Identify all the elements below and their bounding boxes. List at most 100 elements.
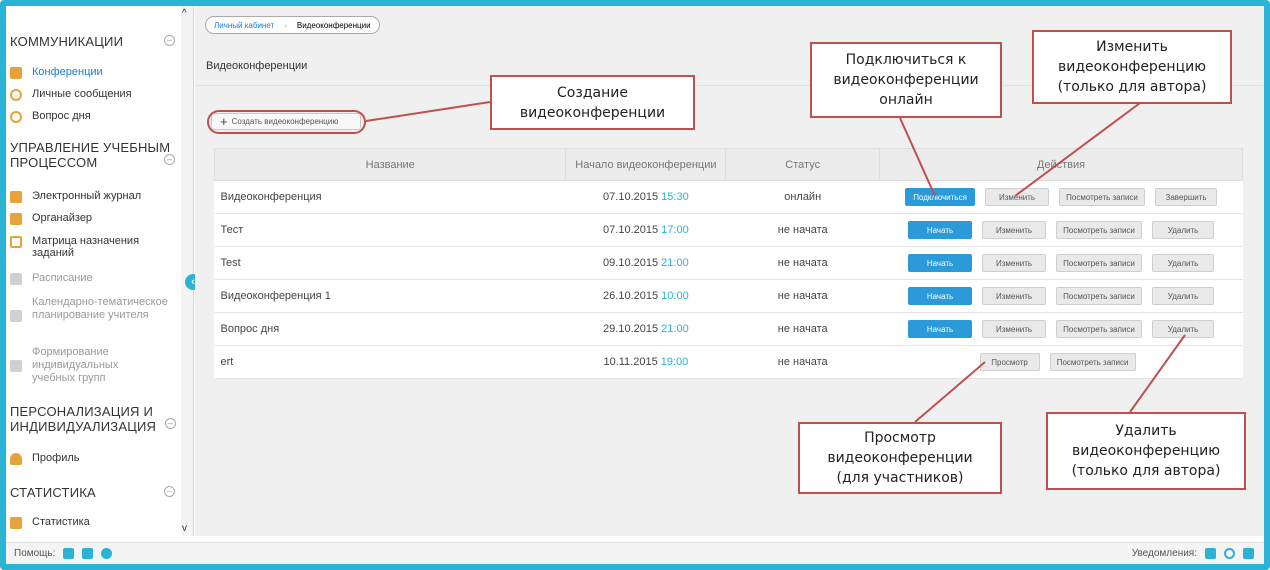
- create-highlight: [207, 110, 366, 134]
- conference-status: не начата: [725, 246, 880, 280]
- sidebar-item-messages[interactable]: Личные сообщения: [10, 88, 180, 101]
- callout-view: Просмотр видеоконференции (для участнико…: [798, 422, 1002, 494]
- matrix-icon: [10, 236, 22, 248]
- sidebar-item-label: Календарно-тематическое планирование учи…: [32, 296, 168, 321]
- sidebar-item-groups[interactable]: Формирование индивидуальных учебных груп…: [10, 346, 140, 385]
- delete-button[interactable]: Удалить: [1152, 320, 1215, 338]
- sidebar-item-profile[interactable]: Профиль: [10, 452, 180, 465]
- column-header-actions: Действия: [879, 148, 1243, 181]
- connect-button[interactable]: Подключиться: [905, 188, 976, 206]
- column-header-name[interactable]: Название: [213, 148, 567, 181]
- row-actions: Начать Изменить Посмотреть записи Удалит…: [879, 213, 1243, 247]
- sidebar-item-label: Профиль: [32, 452, 80, 464]
- delete-button[interactable]: Удалить: [1152, 221, 1215, 239]
- question-icon: [10, 111, 22, 123]
- bell-icon[interactable]: [1205, 548, 1216, 559]
- column-header-start[interactable]: Начало видеоконференции: [565, 148, 727, 181]
- table-row: Тест 07.10.2015 17:00 не начата Начать И…: [214, 213, 1243, 247]
- collapse-icon[interactable]: –: [164, 35, 175, 46]
- scroll-up-icon[interactable]: ^: [182, 8, 187, 19]
- edit-button[interactable]: Изменить: [982, 287, 1047, 305]
- table-row: Видеоконференция 07.10.2015 15:30 онлайн…: [214, 180, 1243, 214]
- edit-button[interactable]: Изменить: [985, 188, 1050, 206]
- statistics-icon: [10, 517, 22, 529]
- sidebar-item-schedule[interactable]: Расписание: [10, 272, 180, 285]
- section-title: СТАТИСТИКА: [10, 485, 96, 500]
- scroll-down-icon[interactable]: v: [182, 523, 187, 534]
- callout-connect: Подключиться к видеоконференции онлайн: [810, 42, 1002, 118]
- start-button[interactable]: Начать: [908, 254, 973, 272]
- view-records-button[interactable]: Посмотреть записи: [1056, 254, 1143, 272]
- edit-button[interactable]: Изменить: [982, 320, 1047, 338]
- breadcrumb-current: Видеоконференции: [296, 20, 371, 30]
- sidebar-item-label: Вопрос дня: [32, 110, 91, 122]
- conferences-table: Название Начало видеоконференции Статус …: [213, 148, 1243, 379]
- table-row: Вопрос дня 29.10.2015 21:00 не начата На…: [214, 312, 1243, 346]
- conference-icon: [10, 67, 22, 79]
- sidebar-item-label: Конференции: [32, 66, 103, 78]
- sidebar-item-label: Органайзер: [32, 212, 93, 224]
- delete-button[interactable]: Удалить: [1152, 254, 1215, 272]
- conference-name: Test: [214, 246, 566, 280]
- edit-button[interactable]: Изменить: [982, 254, 1047, 272]
- edit-button[interactable]: Изменить: [982, 221, 1047, 239]
- conference-name: Тест: [214, 213, 566, 247]
- conference-name: Видеоконференция 1: [214, 279, 566, 313]
- callout-edit: Изменить видеоконференцию (только для ав…: [1032, 30, 1232, 104]
- breadcrumb-separator: ›: [284, 20, 287, 30]
- collapse-icon[interactable]: –: [164, 486, 175, 497]
- conference-status: не начата: [725, 312, 880, 346]
- row-actions: Начать Изменить Посмотреть записи Удалит…: [879, 279, 1243, 313]
- sidebar-section-statistics[interactable]: СТАТИСТИКА –: [10, 485, 175, 500]
- sidebar-item-label: Формирование индивидуальных учебных груп…: [32, 346, 119, 384]
- page-title: Видеоконференции: [206, 60, 308, 72]
- sidebar-item-journal[interactable]: Электронный журнал: [10, 190, 180, 203]
- sidebar-item-label: Личные сообщения: [32, 88, 132, 100]
- calendar-icon[interactable]: [1243, 548, 1254, 559]
- collapse-icon[interactable]: –: [164, 154, 175, 165]
- collapse-icon[interactable]: –: [165, 418, 176, 429]
- user-icon[interactable]: [82, 548, 94, 559]
- start-button[interactable]: Начать: [908, 221, 973, 239]
- conference-start: 09.10.2015 21:00: [565, 246, 726, 280]
- column-header-status[interactable]: Статус: [725, 148, 881, 181]
- table-row: Видеоконференция 1 26.10.2015 10:00 не н…: [214, 279, 1243, 313]
- conference-start: 29.10.2015 21:00: [565, 312, 726, 346]
- start-button[interactable]: Начать: [908, 287, 973, 305]
- sidebar-item-question[interactable]: Вопрос дня: [10, 110, 180, 123]
- row-actions: Начать Изменить Посмотреть записи Удалит…: [879, 312, 1243, 346]
- row-actions: Просмотр Посмотреть записи: [879, 345, 1243, 379]
- conference-status: не начата: [725, 279, 880, 313]
- sidebar-item-label: Статистика: [32, 516, 90, 528]
- messages-icon: [10, 89, 22, 101]
- sidebar-item-calendar-plan[interactable]: Календарно-тематическое планирование учи…: [10, 296, 170, 322]
- finish-button[interactable]: Завершить: [1155, 188, 1218, 206]
- sidebar-item-conferences[interactable]: Конференции: [10, 66, 180, 79]
- conference-start: 07.10.2015 15:30: [565, 180, 726, 214]
- sidebar-item-statistics[interactable]: Статистика: [10, 516, 180, 529]
- sidebar-item-matrix[interactable]: Матрица назначения заданий: [10, 235, 140, 259]
- view-records-button[interactable]: Посмотреть записи: [1056, 320, 1143, 338]
- chat-icon[interactable]: [1224, 548, 1235, 559]
- delete-button[interactable]: Удалить: [1152, 287, 1215, 305]
- sidebar-scrollbar[interactable]: ^ v: [181, 6, 193, 536]
- start-button[interactable]: Начать: [908, 320, 973, 338]
- sidebar-section-personalization[interactable]: ПЕРСОНАЛИЗАЦИЯ И ИНДИВИДУАЛИЗАЦИЯ –: [10, 404, 176, 434]
- view-records-button[interactable]: Посмотреть записи: [1056, 287, 1143, 305]
- organizer-icon: [10, 213, 22, 225]
- conference-status: не начата: [725, 213, 880, 247]
- view-button[interactable]: Просмотр: [979, 353, 1040, 371]
- conference-start: 26.10.2015 10:00: [565, 279, 726, 313]
- view-records-button[interactable]: Посмотреть записи: [1059, 188, 1146, 206]
- sidebar-item-label: Расписание: [32, 272, 93, 284]
- sidebar-item-organizer[interactable]: Органайзер: [10, 212, 180, 225]
- tools-icon[interactable]: [63, 548, 75, 559]
- profile-icon: [10, 453, 22, 465]
- breadcrumb-link-cabinet[interactable]: Личный кабинет: [214, 21, 274, 30]
- view-records-button[interactable]: Посмотреть записи: [1056, 221, 1143, 239]
- info-icon[interactable]: [101, 548, 113, 559]
- view-records-button[interactable]: Посмотреть записи: [1049, 353, 1136, 371]
- sidebar-section-process[interactable]: УПРАВЛЕНИЕ УЧЕБНЫМ ПРОЦЕССОМ –: [10, 140, 175, 170]
- sidebar-section-communications[interactable]: КОММУНИКАЦИИ –: [10, 34, 175, 49]
- conference-name: Видеоконференция: [214, 180, 566, 214]
